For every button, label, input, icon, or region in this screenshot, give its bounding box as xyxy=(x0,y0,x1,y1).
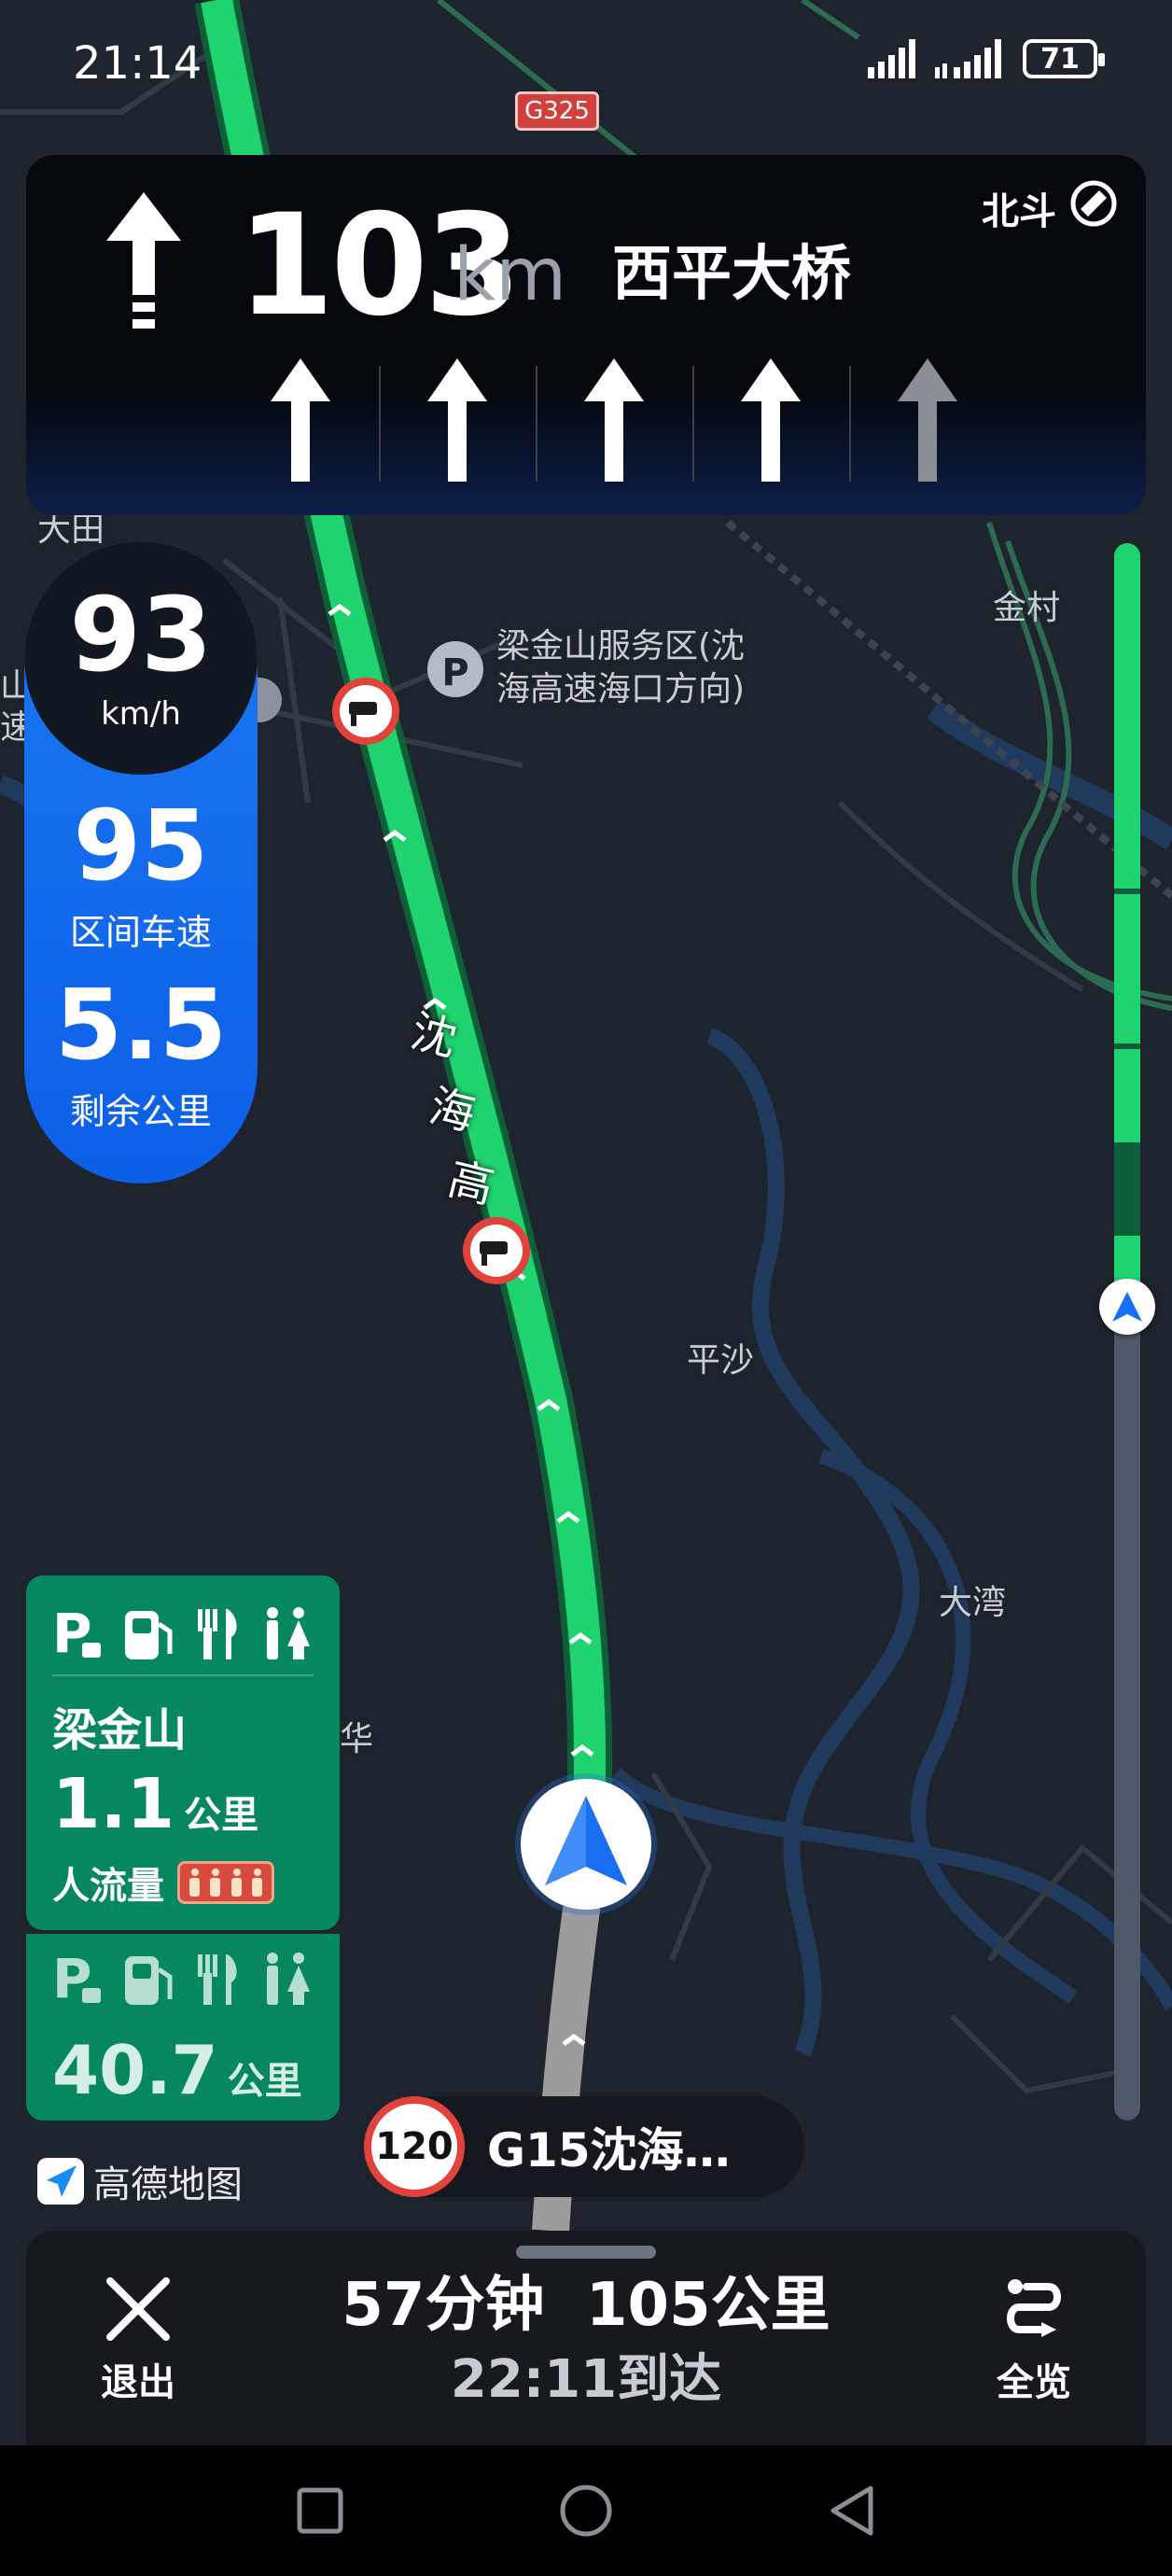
road-shield-g325[interactable]: G325 xyxy=(515,91,599,131)
service-distance-value: 1.1 xyxy=(52,1764,175,1844)
service-area-distance: 1.1 公里 xyxy=(52,1770,258,1839)
service-facility-icons: P xyxy=(52,1605,312,1663)
map-label-jincun[interactable]: 金村 xyxy=(993,581,1060,629)
map-label-dawan[interactable]: 大湾 xyxy=(939,1575,1006,1624)
trip-bottom-bar[interactable]: 退出 57分钟 105公里 22:11到达 全览 xyxy=(26,2231,1146,2445)
lane-straight-icon xyxy=(584,358,644,482)
recent-apps-icon[interactable] xyxy=(296,2486,344,2535)
current-road-name: G15沈海… xyxy=(487,2123,731,2177)
current-speed-dial: 93 km/h xyxy=(24,541,258,775)
remaining-distance-label: 剩余公里 xyxy=(69,1091,212,1132)
lane-guidance xyxy=(222,358,1006,489)
maneuver-distance-unit: km xyxy=(453,233,567,317)
progress-green-low xyxy=(1114,1049,1140,1142)
next-service-facility-icons: P xyxy=(52,1951,312,2009)
overview-button[interactable]: 全览 xyxy=(969,2274,1099,2406)
service-divider xyxy=(52,1674,314,1676)
next-service-distance-value: 40.7 xyxy=(52,2031,218,2109)
system-navigation-bar xyxy=(0,2445,1172,2576)
overview-label: 全览 xyxy=(997,2361,1071,2404)
trip-distance: 105公里 xyxy=(586,2271,830,2340)
progress-position-icon xyxy=(1099,1279,1155,1335)
signal-icon xyxy=(868,39,915,78)
progress-green-top xyxy=(1114,543,1140,889)
map-label-service-area[interactable]: 梁金山服务区(沈 海高速海口方向) xyxy=(496,625,745,711)
service-area-card[interactable]: P 梁金山 1.1 公里 人流量 xyxy=(26,1575,340,1930)
current-road-pill[interactable]: 120 G15沈海… xyxy=(364,2096,804,2197)
status-time: 21:14 xyxy=(73,37,202,90)
restaurant-icon xyxy=(198,1954,237,2005)
crowd-level: 人流量 xyxy=(52,1855,274,1910)
map-label-pingsha[interactable]: 平沙 xyxy=(687,1333,754,1381)
restroom-icon xyxy=(267,1953,310,2005)
crowd-label: 人流量 xyxy=(52,1865,164,1908)
next-service-distance-unit: 公里 xyxy=(227,2060,302,2103)
fuel-icon xyxy=(125,1611,173,1659)
trip-duration: 57分钟 xyxy=(342,2271,545,2340)
battery-level: 71 xyxy=(1040,42,1080,76)
svg-text:P: P xyxy=(441,651,468,694)
route-overview-icon xyxy=(1007,2279,1061,2337)
lane-1 xyxy=(222,358,379,489)
current-speed: 93 xyxy=(69,575,213,694)
lane-straight-icon xyxy=(741,358,801,482)
speed-limit-sign: 120 xyxy=(364,2096,465,2197)
home-icon[interactable] xyxy=(559,2484,613,2538)
service-distance-unit: 公里 xyxy=(184,1794,259,1837)
lane-5 xyxy=(849,358,1006,489)
map-label-hua[interactable]: 华 xyxy=(340,1712,373,1760)
signal-icon-2 xyxy=(935,39,1001,78)
amap-logo: 高德地图 xyxy=(37,2154,243,2208)
amap-logo-text: 高德地图 xyxy=(93,2163,243,2206)
progress-gap-3 xyxy=(1114,1142,1140,1236)
lane-3 xyxy=(536,358,692,489)
restaurant-icon xyxy=(198,1609,237,1659)
straight-arrow-icon xyxy=(106,192,181,329)
next-service-distance: 40.7 公里 xyxy=(52,2037,302,2105)
section-speed-value: 95 xyxy=(73,789,209,903)
back-icon[interactable] xyxy=(828,2485,876,2537)
restroom-icon xyxy=(267,1607,310,1659)
progress-green-mid xyxy=(1114,894,1140,1043)
service-area-name: 梁金山 xyxy=(52,1704,188,1757)
lane-straight-dim-icon xyxy=(898,358,957,482)
satellite-icon xyxy=(1070,180,1117,227)
next-road-name: 西平大桥 xyxy=(612,240,851,309)
drag-handle[interactable] xyxy=(516,2246,656,2259)
battery-icon: 71 xyxy=(1023,39,1105,78)
parking-icon: P xyxy=(52,1605,101,1663)
status-icons: 71 xyxy=(868,39,1105,78)
lane-straight-icon xyxy=(271,358,330,482)
next-service-area-card[interactable]: P 40.7 公里 xyxy=(26,1934,340,2121)
guidance-panel[interactable]: 103 km 西平大桥 北斗 xyxy=(26,155,1146,515)
speed-panel[interactable]: 93 km/h 95 区间车速 5.5 剩余公里 xyxy=(24,541,258,1183)
section-speed-block: 95 区间车速 xyxy=(24,797,258,955)
remaining-distance-block: 5.5 剩余公里 xyxy=(24,976,258,1134)
amap-logo-icon xyxy=(37,2158,84,2205)
remaining-distance-value: 5.5 xyxy=(54,968,228,1082)
lane-straight-icon xyxy=(427,358,487,482)
lane-2 xyxy=(379,358,536,489)
speed-unit: km/h xyxy=(101,695,181,733)
lane-4 xyxy=(692,358,849,489)
fuel-icon xyxy=(125,1956,173,2005)
crowd-meter-icon xyxy=(177,1861,274,1904)
beidou-label: 北斗 xyxy=(982,190,1056,233)
parking-icon: P xyxy=(52,1951,101,2009)
section-speed-label: 区间车速 xyxy=(69,912,212,953)
speed-limit-value: 120 xyxy=(375,2125,453,2168)
